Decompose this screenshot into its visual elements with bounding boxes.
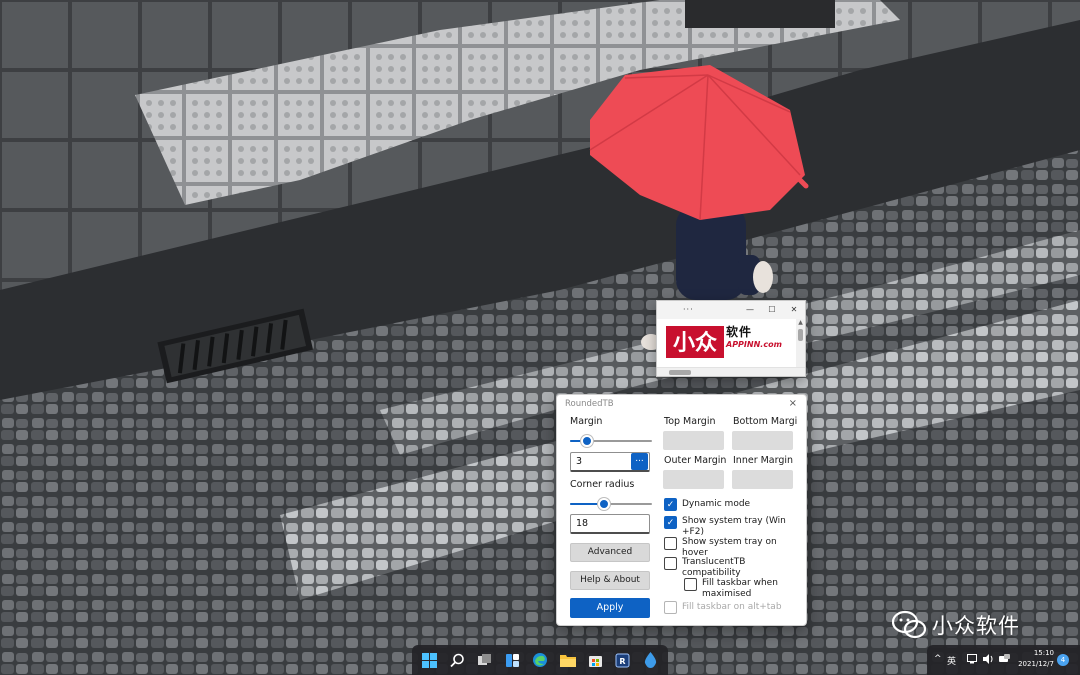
clock-date: 2021/12/7 [1018,660,1054,668]
search-icon[interactable] [447,650,467,670]
margin-slider[interactable] [570,435,652,447]
dynamic-mode-label: Dynamic mode [682,499,751,509]
logo-chinese-text: 软件 [726,325,753,339]
maximize-icon[interactable]: ☐ [761,301,783,319]
corner-radius-input[interactable]: 18 [570,514,650,534]
store-icon[interactable] [585,650,605,670]
wallpaper-photo [0,0,1080,675]
app-tray-icon[interactable] [999,654,1010,667]
volume-icon[interactable] [983,654,994,667]
bottom-margin-label: Bottom Margi [733,416,798,427]
top-margin-input[interactable] [663,431,724,450]
wechat-watermark: 小众软件 [892,610,1020,640]
margin-dots-button[interactable]: ... [631,453,648,470]
svg-text:R: R [620,657,626,666]
ime-indicator[interactable]: 英 [947,654,956,667]
bottom-margin-input[interactable] [732,431,793,450]
appinn-mini-window[interactable]: ··· — ☐ ✕ 小众 软件 APPINN.com ▲ [656,300,806,377]
tray-hover-label: Show system tray on hover [682,537,777,558]
dialog-title: RoundedTB [565,399,614,409]
windows-start-icon[interactable] [420,650,440,670]
close-icon[interactable]: ✕ [783,301,805,319]
close-icon[interactable]: × [789,398,797,409]
top-margin-label: Top Margin [664,416,716,427]
tray-hover-checkbox[interactable] [664,537,677,550]
help-about-button[interactable]: Help & About [570,571,650,590]
show-tray-label: Show system tray (Win +F2) [682,516,786,537]
outer-margin-label: Outer Margin [664,455,727,466]
edge-icon[interactable] [530,650,550,670]
corner-radius-slider[interactable] [570,498,652,510]
vertical-scrollbar[interactable]: ▲ [796,319,805,367]
appinn-logo-mark: 小众 [666,326,724,358]
network-icon[interactable] [967,654,977,667]
inner-margin-input[interactable] [732,470,793,489]
clock[interactable]: 15:10 2021/12/7 [1018,648,1054,670]
dynamic-mode-checkbox[interactable]: ✓ [664,498,677,511]
widgets-icon[interactable] [502,650,522,670]
logo-english-text: APPINN.com [726,340,782,349]
roundedtb-icon[interactable]: R [613,650,633,670]
fill-maximised-label: Fill taskbar when maximised [702,578,778,599]
roundedtb-dialog: RoundedTB × Margin 3 ... Corner radius 1… [556,394,807,626]
margin-label: Margin [570,416,603,427]
watermark-text: 小众软件 [932,614,1020,638]
mini-window-content: 小众 软件 APPINN.com ▲ [657,319,805,367]
scroll-thumb[interactable] [798,329,803,341]
horizontal-scroll-thumb[interactable] [669,370,691,375]
fill-alttab-label: Fill taskbar on alt+tab [682,602,782,612]
outer-margin-input[interactable] [663,470,724,489]
clock-time: 15:10 [1033,649,1054,657]
show-tray-checkbox[interactable]: ✓ [664,516,677,529]
corner-radius-label: Corner radius [570,479,635,490]
more-icon[interactable]: ··· [657,301,739,319]
drop-icon[interactable] [640,650,660,670]
scroll-up-icon[interactable]: ▲ [796,319,805,327]
corner-slider-thumb[interactable] [598,498,610,510]
inner-margin-label: Inner Margin [733,455,794,466]
horizontal-scrollbar[interactable] [657,367,805,376]
fill-maximised-checkbox[interactable] [684,578,697,591]
translucenttb-label: TranslucentTB compatibility [682,557,746,578]
margin-slider-thumb[interactable] [581,435,593,447]
file-explorer-icon[interactable] [558,650,578,670]
translucenttb-checkbox[interactable] [664,557,677,570]
task-view-icon[interactable] [475,650,495,670]
tray-chevron-icon[interactable]: ^ [934,654,942,664]
mini-window-titlebar[interactable]: ··· — ☐ ✕ [657,301,805,319]
fill-alttab-checkbox[interactable] [664,601,677,614]
wechat-icon [892,610,926,639]
advanced-button[interactable]: Advanced [570,543,650,562]
apply-button[interactable]: Apply [570,598,650,618]
notification-badge[interactable]: 4 [1057,654,1069,666]
minimize-icon[interactable]: — [739,301,761,319]
system-tray: ^ 英 15:10 2021/12/7 4 [927,645,1080,675]
taskbar: R [412,645,668,675]
logo-mark-text: 小众 [673,331,717,356]
